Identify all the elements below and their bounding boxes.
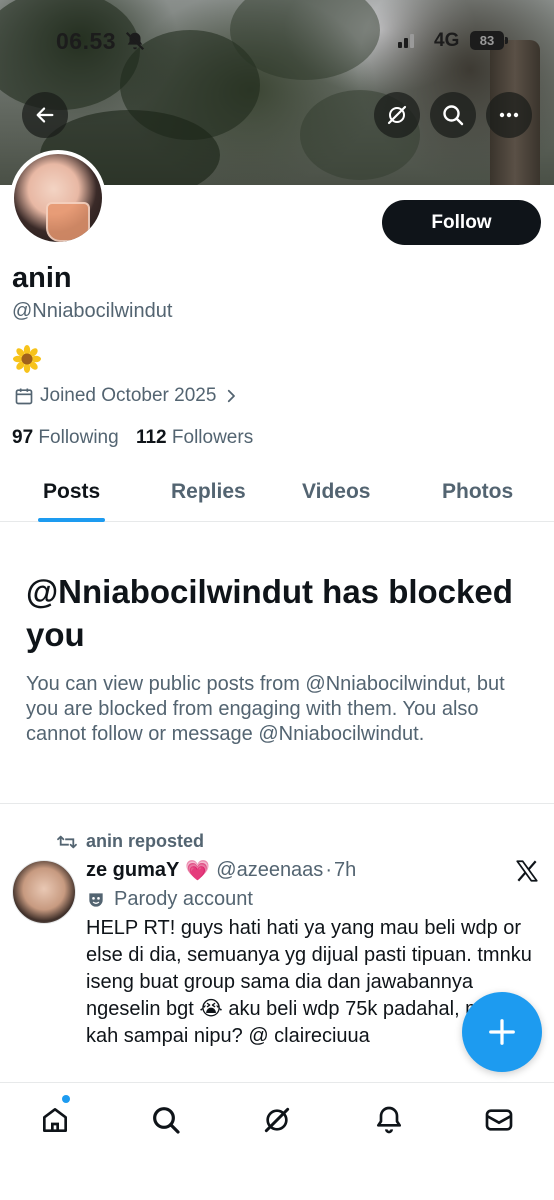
follow-counts: 97 Following 112 Followers — [12, 427, 253, 449]
followers-label: Followers — [171, 427, 254, 448]
search-icon — [443, 105, 464, 126]
search-icon — [153, 1107, 180, 1134]
profile-handle: @Nniabocilwindut — [12, 300, 173, 322]
following-label: Following — [38, 427, 119, 448]
parody-mask-icon — [89, 892, 103, 907]
back-button[interactable] — [22, 92, 68, 138]
blocked-message: You can view public posts from @Nniaboci… — [26, 673, 505, 745]
post-time[interactable]: 7h — [334, 859, 356, 882]
sunflower-emoji — [13, 345, 41, 373]
nav-notifications[interactable] — [372, 1103, 406, 1137]
search-button[interactable] — [430, 92, 476, 138]
status-time: 06.53 — [56, 28, 117, 54]
following-link[interactable]: 97 Following — [12, 427, 119, 448]
plus-icon — [489, 1019, 515, 1045]
repost-icon — [57, 835, 77, 848]
parody-text: Parody account — [114, 888, 253, 910]
nav-search[interactable] — [149, 1103, 183, 1137]
arrow-left-icon — [36, 107, 54, 123]
bottom-navigation — [0, 1082, 554, 1200]
following-count: 97 — [12, 427, 34, 448]
tab-posts[interactable]: Posts — [43, 480, 100, 504]
grok-icon — [387, 105, 407, 125]
post-author-avatar[interactable] — [12, 860, 76, 924]
section-divider — [0, 803, 554, 804]
repost-indicator[interactable]: anin reposted — [56, 831, 204, 852]
followers-count: 112 — [135, 427, 167, 448]
follow-button[interactable]: Follow — [382, 200, 541, 245]
x-logo-icon[interactable] — [514, 858, 540, 884]
nav-home[interactable] — [38, 1103, 72, 1137]
chevron-right-icon — [228, 389, 236, 403]
nav-grok[interactable] — [260, 1103, 294, 1137]
post-meta-separator: · — [325, 859, 332, 881]
profile-tabs: Posts Replies Videos Photos — [0, 470, 554, 522]
grok-icon — [264, 1107, 290, 1133]
tab-replies[interactable]: Replies — [171, 480, 246, 504]
battery-indicator: 83 — [470, 31, 508, 50]
joined-label: Joined October 2025 — [40, 385, 217, 406]
followers-link[interactable]: 112 Followers — [136, 427, 253, 448]
tab-videos[interactable]: Videos — [302, 480, 370, 504]
post-header: ze gumaY 💗 @azeenaas · 7h — [86, 858, 356, 883]
more-button[interactable] — [486, 92, 532, 138]
grok-button[interactable] — [374, 92, 420, 138]
bell-slash-icon — [125, 31, 145, 51]
notification-dot — [62, 1095, 70, 1103]
more-horizontal-icon — [499, 112, 519, 118]
compose-button[interactable] — [462, 992, 542, 1072]
calendar-icon — [15, 388, 33, 405]
notifications-icon — [377, 1106, 401, 1134]
blocked-title: @Nniabocilwindut has blocked you — [26, 573, 513, 653]
heart-emoji: 💗 — [185, 860, 211, 882]
home-icon — [43, 1108, 67, 1132]
parody-label: Parody account — [86, 888, 253, 911]
network-type: 4G — [434, 30, 460, 51]
messages-icon — [485, 1109, 513, 1131]
nav-messages[interactable] — [482, 1103, 516, 1137]
profile-avatar[interactable] — [10, 150, 106, 246]
joined-date[interactable]: Joined October 2025 — [14, 385, 240, 407]
post-author-name[interactable]: ze gumaY — [86, 859, 179, 882]
active-tab-indicator — [38, 518, 105, 522]
tab-photos[interactable]: Photos — [442, 480, 513, 504]
display-name: anin — [12, 262, 72, 294]
signal-icon — [398, 34, 414, 48]
repost-label: anin reposted — [86, 831, 205, 851]
post-author-handle[interactable]: @azeenaas — [216, 859, 323, 882]
